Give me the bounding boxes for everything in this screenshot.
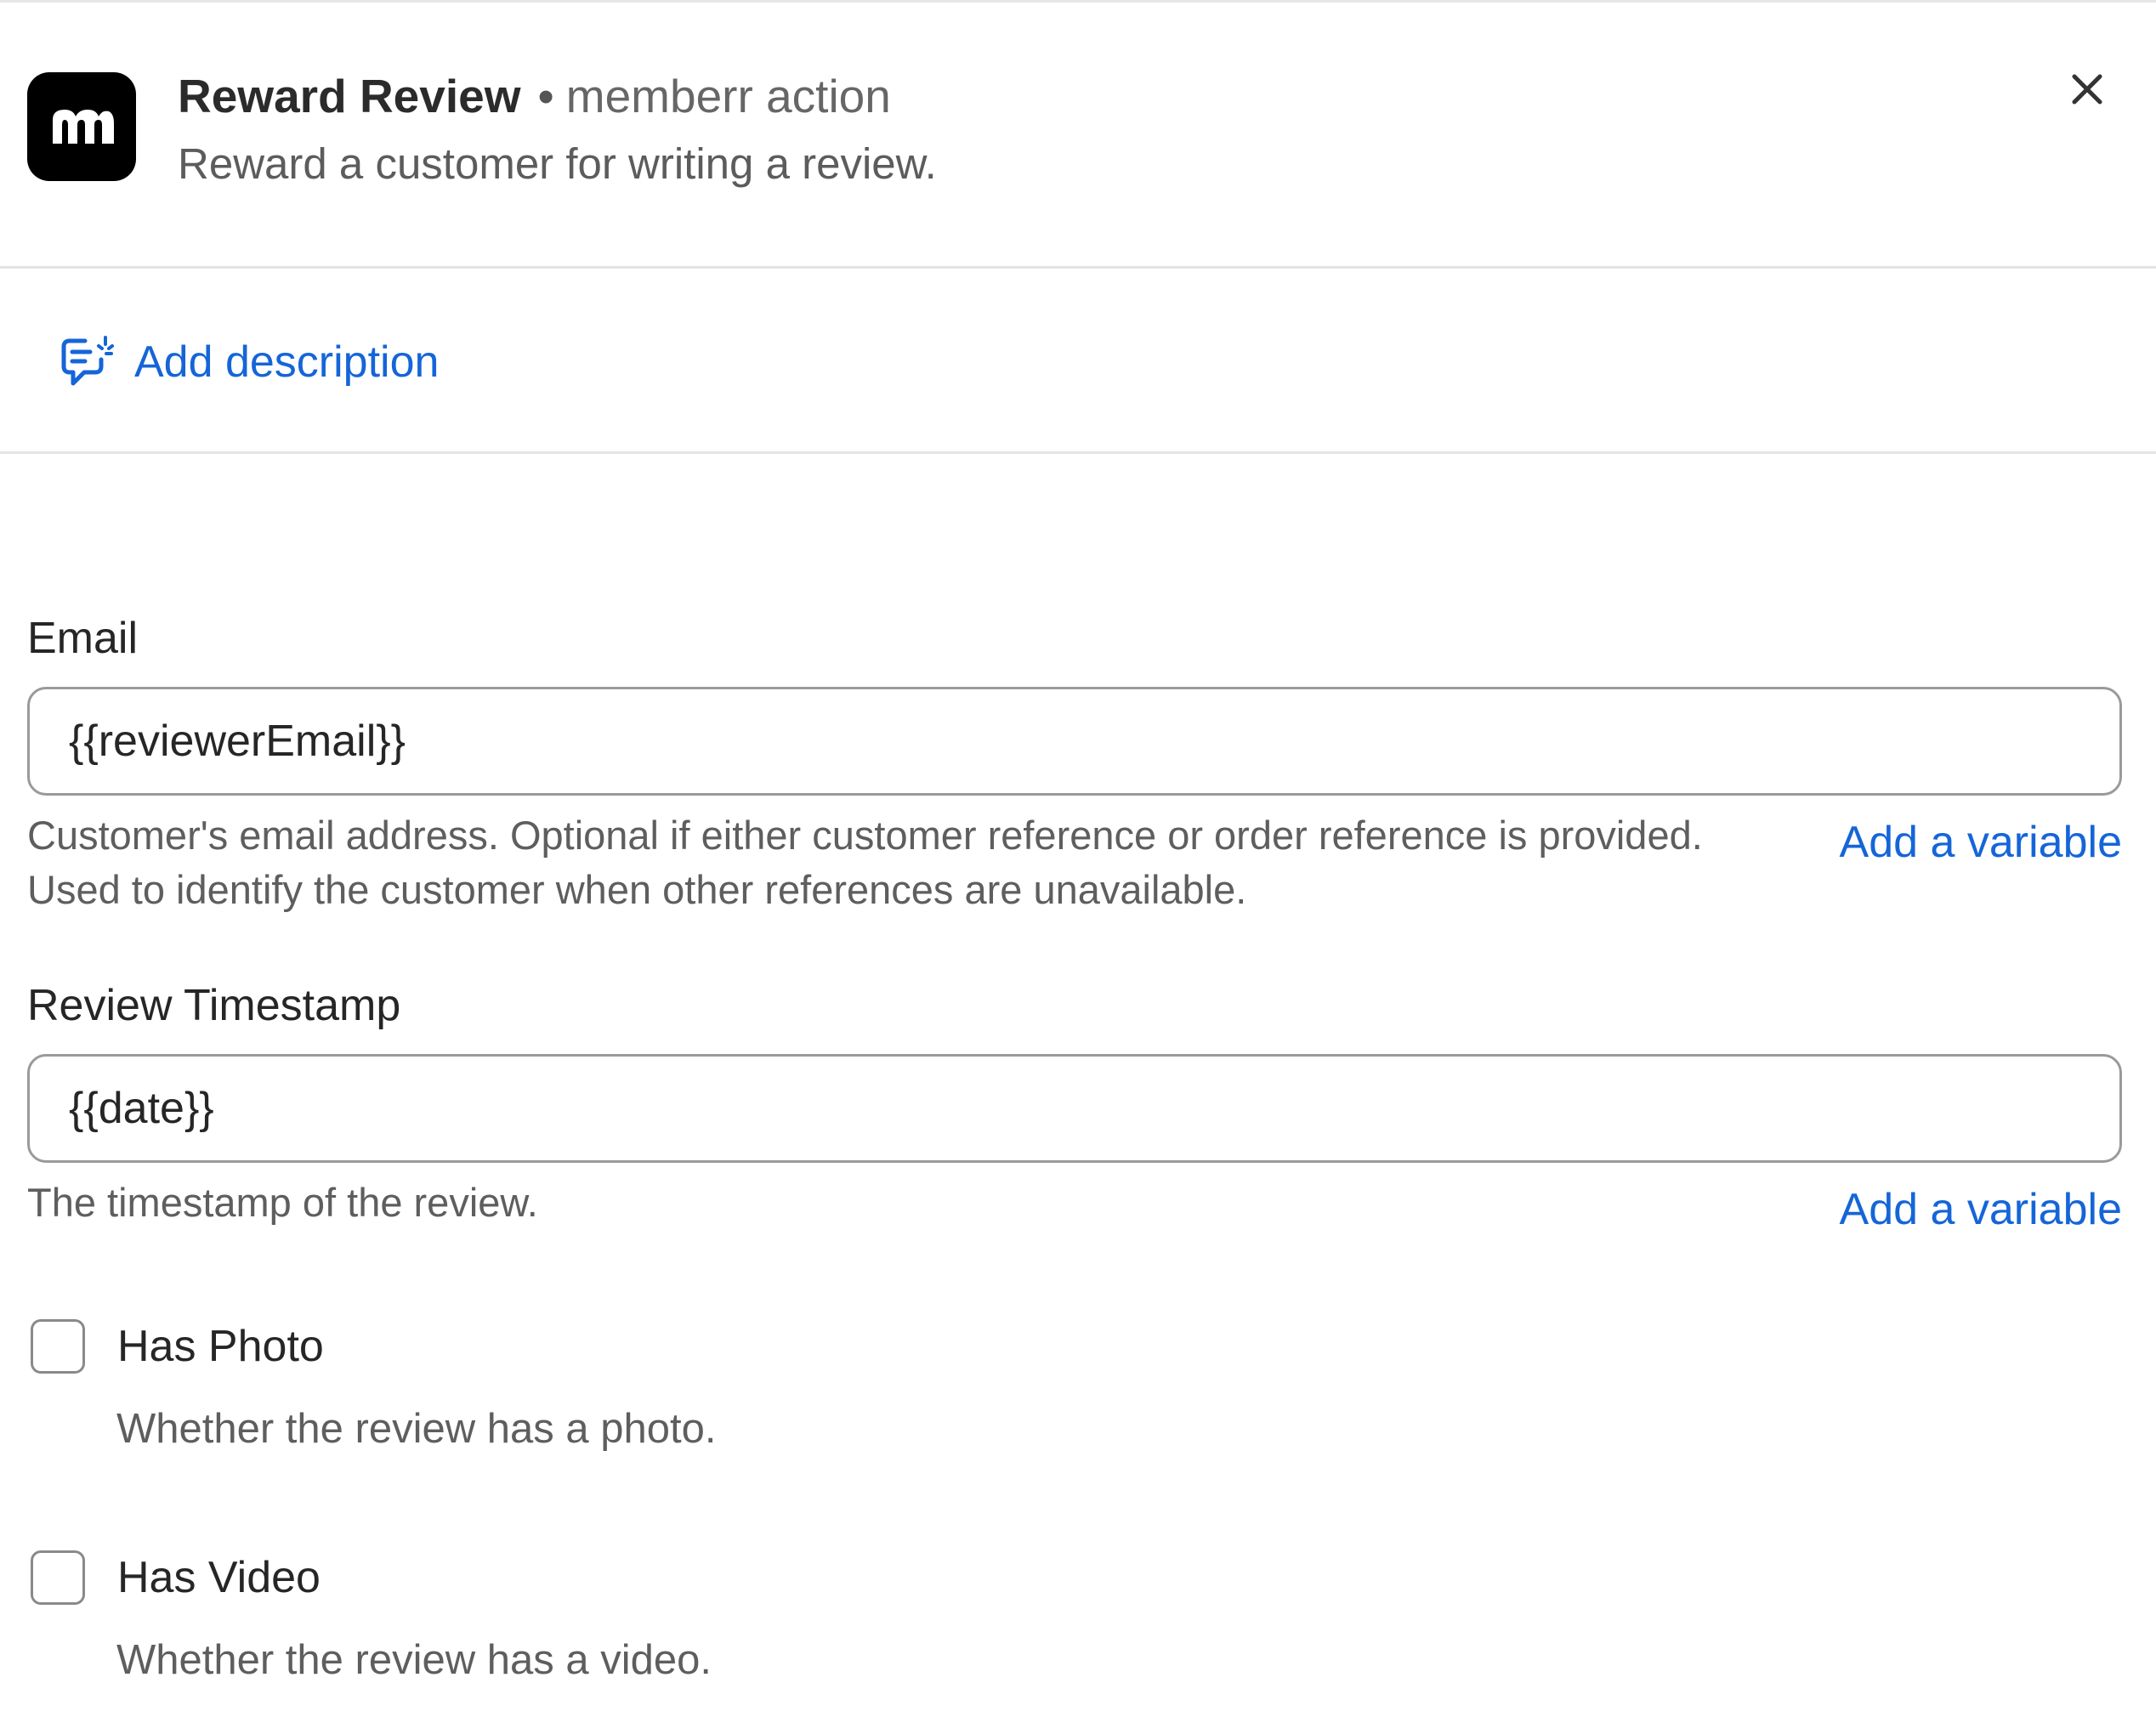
app-name: Reward Review — [178, 70, 521, 122]
email-help-text: Customer's email address. Optional if ei… — [27, 813, 1703, 912]
close-button[interactable] — [2062, 65, 2112, 114]
has-video-help-text: Whether the review has a video. — [116, 1637, 712, 1683]
email-field[interactable] — [27, 687, 2122, 796]
has-photo-label: Has Photo — [117, 1322, 324, 1371]
has-video-row: Has Video — [31, 1550, 321, 1606]
add-description-button[interactable]: Add description — [60, 328, 439, 396]
has-video-checkbox[interactable] — [31, 1550, 85, 1605]
memberr-logo-icon — [27, 72, 136, 181]
title-separator: • — [537, 70, 554, 122]
has-photo-checkbox[interactable] — [31, 1319, 85, 1374]
email-label: Email — [27, 614, 139, 663]
review-timestamp-add-variable-link[interactable]: Add a variable — [1840, 1182, 2122, 1238]
review-timestamp-help-text: The timestamp of the review. — [27, 1180, 538, 1225]
email-add-variable-link[interactable]: Add a variable — [1840, 814, 2122, 870]
app-type: memberr action — [565, 70, 891, 122]
header-subtitle: Reward a customer for writing a review. — [178, 139, 937, 188]
comment-edit-icon — [61, 336, 114, 386]
review-timestamp-field[interactable] — [27, 1054, 2122, 1163]
add-description-label: Add description — [134, 337, 440, 387]
close-icon — [2072, 74, 2102, 105]
review-timestamp-label: Review Timestamp — [27, 981, 401, 1030]
header-title: Reward Review • memberr action — [178, 66, 891, 126]
has-photo-row: Has Photo — [31, 1318, 324, 1374]
has-photo-help-text: Whether the review has a photo. — [116, 1406, 717, 1452]
description-row: Add description — [0, 269, 2156, 454]
has-video-label: Has Video — [117, 1553, 321, 1602]
action-header: Reward Review • memberr action Reward a cu… — [0, 0, 2156, 269]
